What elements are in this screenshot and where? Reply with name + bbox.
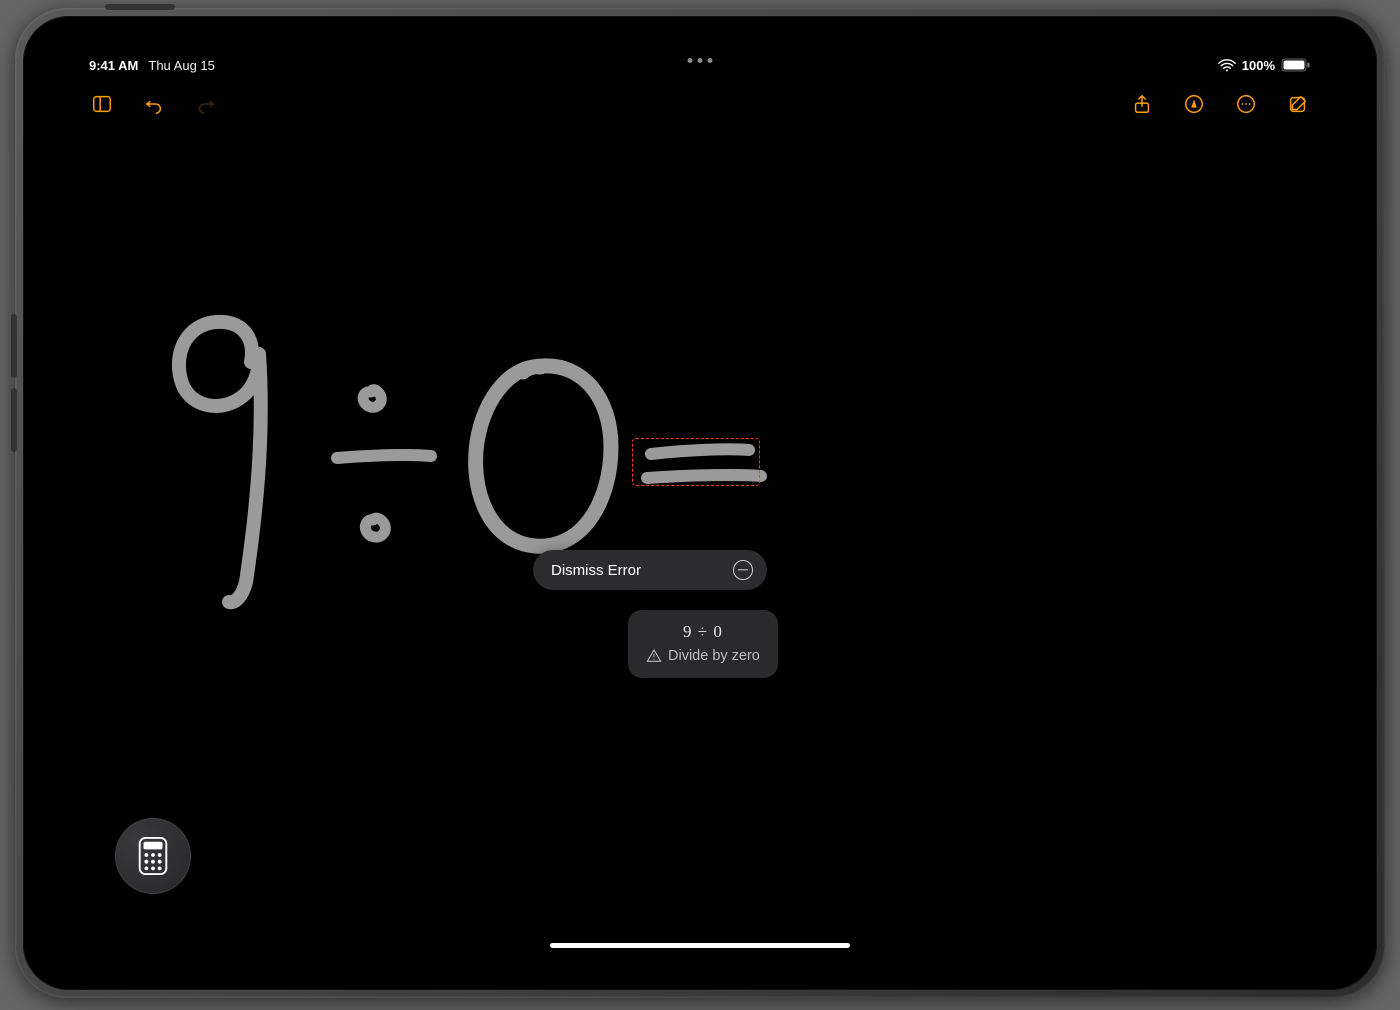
undo-icon[interactable]: [141, 91, 167, 117]
dismiss-error-button[interactable]: Dismiss Error: [533, 550, 767, 590]
handwriting-expression: [71, 132, 831, 612]
compose-icon[interactable]: [1285, 91, 1311, 117]
share-icon[interactable]: [1129, 91, 1155, 117]
power-button: [105, 4, 175, 10]
status-time: 9:41 AM: [89, 58, 138, 73]
status-bar: 9:41 AM Thu Aug 15 100%: [71, 52, 1329, 78]
device-bezel: 9:41 AM Thu Aug 15 100%: [23, 16, 1377, 990]
error-message: Divide by zero: [668, 648, 760, 664]
dismiss-error-label: Dismiss Error: [551, 562, 641, 579]
calculator-icon: [138, 837, 168, 875]
error-card: 9 ÷ 0 Divide by zero: [628, 610, 778, 678]
equals-error-highlight[interactable]: [632, 438, 760, 486]
volume-up-button: [11, 314, 17, 378]
multitask-dots[interactable]: [688, 58, 713, 63]
markup-icon[interactable]: [1181, 91, 1207, 117]
dismiss-minus-icon: [733, 560, 753, 580]
status-date: Thu Aug 15: [148, 58, 215, 73]
sidebar-icon[interactable]: [89, 91, 115, 117]
battery-percent: 100%: [1242, 58, 1275, 73]
calculator-button[interactable]: [115, 818, 191, 894]
volume-down-button: [11, 388, 17, 452]
home-indicator[interactable]: [550, 943, 850, 948]
warning-icon: [646, 648, 662, 664]
wifi-icon: [1218, 59, 1236, 72]
ipad-device-frame: 9:41 AM Thu Aug 15 100%: [15, 8, 1385, 998]
screen: 9:41 AM Thu Aug 15 100%: [71, 52, 1329, 954]
battery-icon: [1281, 58, 1311, 72]
error-expression: 9 ÷ 0: [646, 622, 760, 642]
more-icon[interactable]: [1233, 91, 1259, 117]
math-canvas[interactable]: Dismiss Error 9 ÷ 0 Divide by zero: [71, 132, 1329, 954]
app-toolbar: [71, 82, 1329, 126]
redo-icon: [193, 91, 219, 117]
